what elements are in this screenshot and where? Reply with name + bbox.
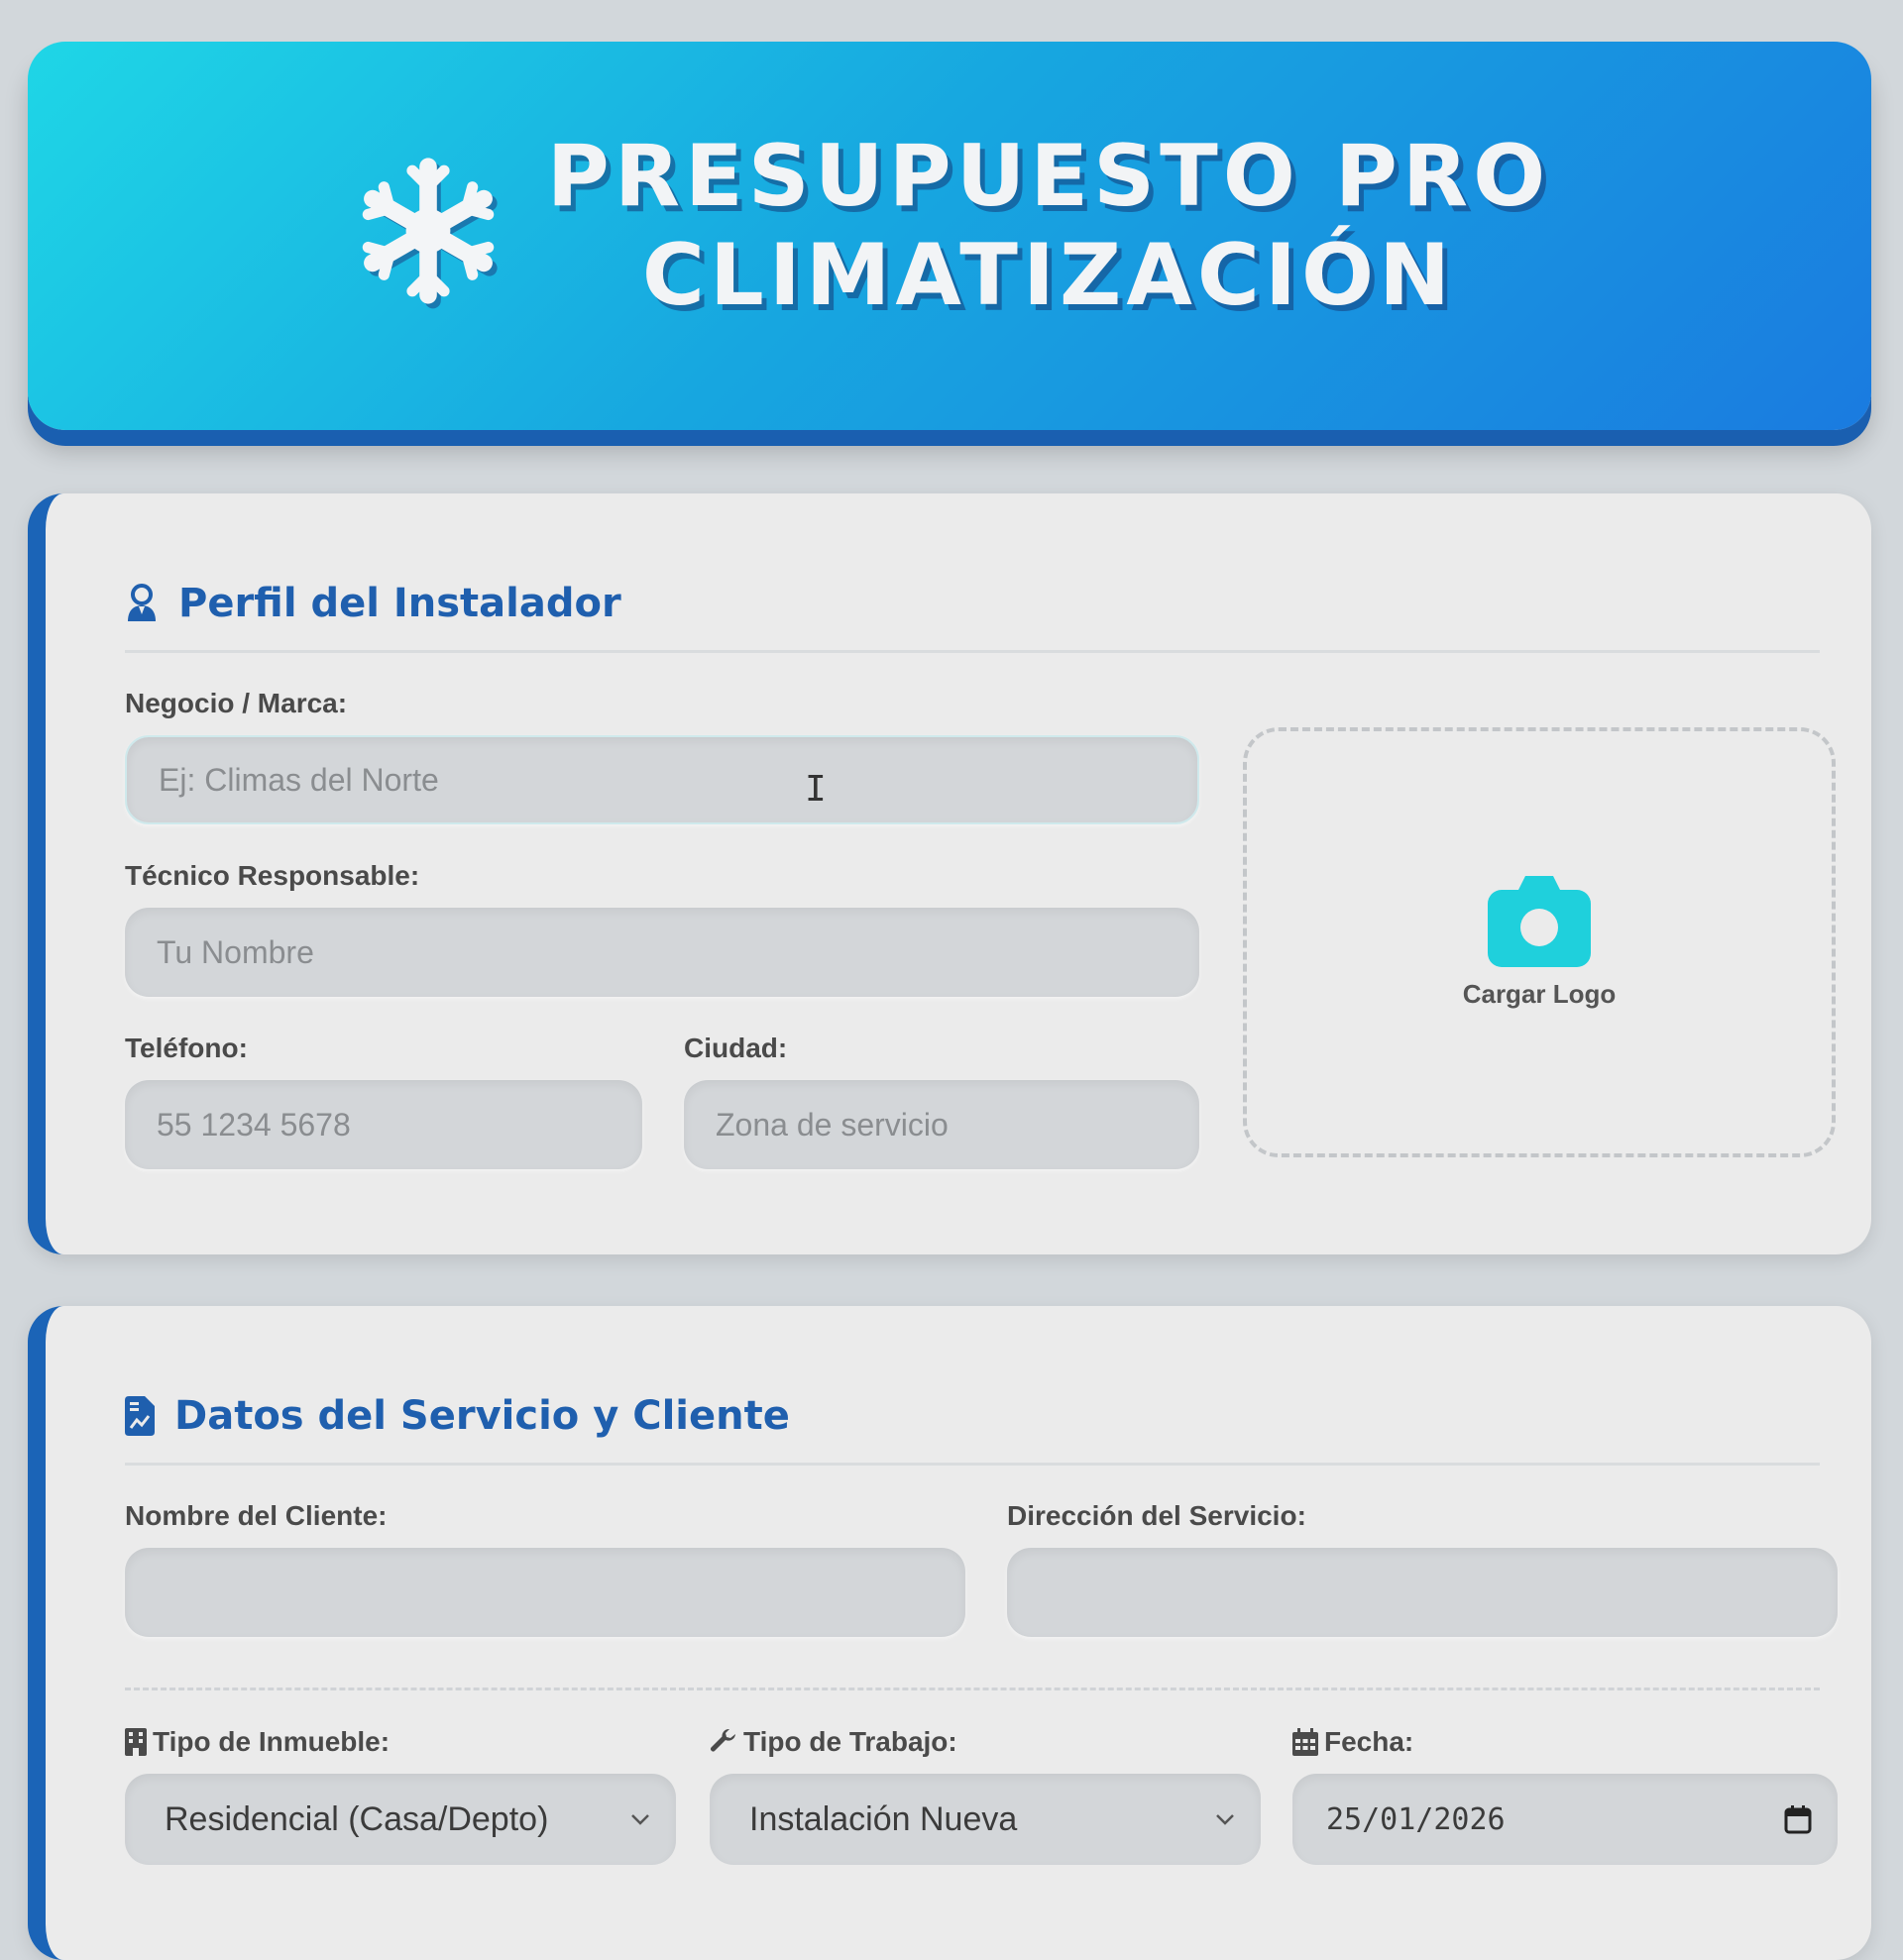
property-type-value: Residencial (Casa/Depto): [165, 1799, 549, 1838]
date-input[interactable]: 25/01/2026: [1292, 1774, 1838, 1865]
client-name-input[interactable]: [125, 1548, 965, 1637]
date-label-text: Fecha:: [1324, 1726, 1414, 1757]
work-type-label-text: Tipo de Trabajo:: [743, 1726, 957, 1757]
calendar-icon: [1292, 1728, 1318, 1756]
city-label: Ciudad:: [684, 1033, 788, 1063]
phone-label: Teléfono:: [125, 1033, 248, 1063]
service-address-input[interactable]: [1007, 1548, 1838, 1637]
text-cursor-icon: I: [805, 769, 827, 810]
snowflake-icon: [362, 158, 498, 309]
installer-section-title: Perfil del Instalador: [125, 581, 621, 626]
client-name-label: Nombre del Cliente:: [125, 1500, 388, 1531]
logo-upload-label: Cargar Logo: [1462, 978, 1617, 1009]
camera-icon: [1488, 875, 1591, 967]
installer-profile-card: Perfil del Instalador Negocio / Marca: T…: [28, 493, 1871, 1254]
wrench-icon: [711, 1728, 735, 1752]
app-header: PRESUPUESTO PRO CLIMATIZACIÓN: [28, 42, 1871, 430]
chevron-down-icon: [631, 1814, 649, 1825]
building-icon: [125, 1728, 147, 1756]
calendar-picker-icon[interactable]: [1784, 1804, 1812, 1834]
section-divider: [125, 1463, 1820, 1466]
business-label: Negocio / Marca:: [125, 688, 348, 718]
date-label: Fecha:: [1292, 1726, 1413, 1758]
city-input[interactable]: [684, 1080, 1199, 1169]
property-type-label-text: Tipo de Inmueble:: [153, 1726, 391, 1757]
property-type-label: Tipo de Inmueble:: [125, 1726, 390, 1758]
phone-input[interactable]: [125, 1080, 642, 1169]
work-type-value: Instalación Nueva: [749, 1799, 1018, 1838]
service-section-label: Datos del Servicio y Cliente: [174, 1393, 790, 1439]
dashed-separator: [125, 1688, 1820, 1690]
property-type-select[interactable]: Residencial (Casa/Depto): [125, 1774, 676, 1865]
installer-section-label: Perfil del Instalador: [178, 581, 621, 626]
service-address-label: Dirección del Servicio:: [1007, 1500, 1306, 1531]
work-type-select[interactable]: Instalación Nueva: [710, 1774, 1261, 1865]
chevron-down-icon: [1216, 1814, 1234, 1825]
service-section-title: Datos del Servicio y Cliente: [125, 1393, 790, 1439]
work-type-label: Tipo de Trabajo:: [710, 1726, 957, 1758]
file-invoice-icon: [125, 1396, 155, 1436]
logo-upload-area[interactable]: Cargar Logo: [1243, 727, 1836, 1157]
technician-label: Técnico Responsable:: [125, 860, 420, 891]
section-divider: [125, 650, 1820, 653]
title-line-1: PRESUPUESTO PRO: [546, 127, 1551, 226]
title-line-2: CLIMATIZACIÓN: [641, 226, 1456, 325]
page-title: PRESUPUESTO PRO CLIMATIZACIÓN: [547, 127, 1550, 325]
business-input[interactable]: [125, 735, 1199, 824]
date-value: 25/01/2026: [1326, 1801, 1506, 1837]
technician-input[interactable]: [125, 908, 1199, 997]
service-client-card: Datos del Servicio y Cliente Nombre del …: [28, 1306, 1871, 1960]
user-tie-icon: [128, 584, 156, 621]
